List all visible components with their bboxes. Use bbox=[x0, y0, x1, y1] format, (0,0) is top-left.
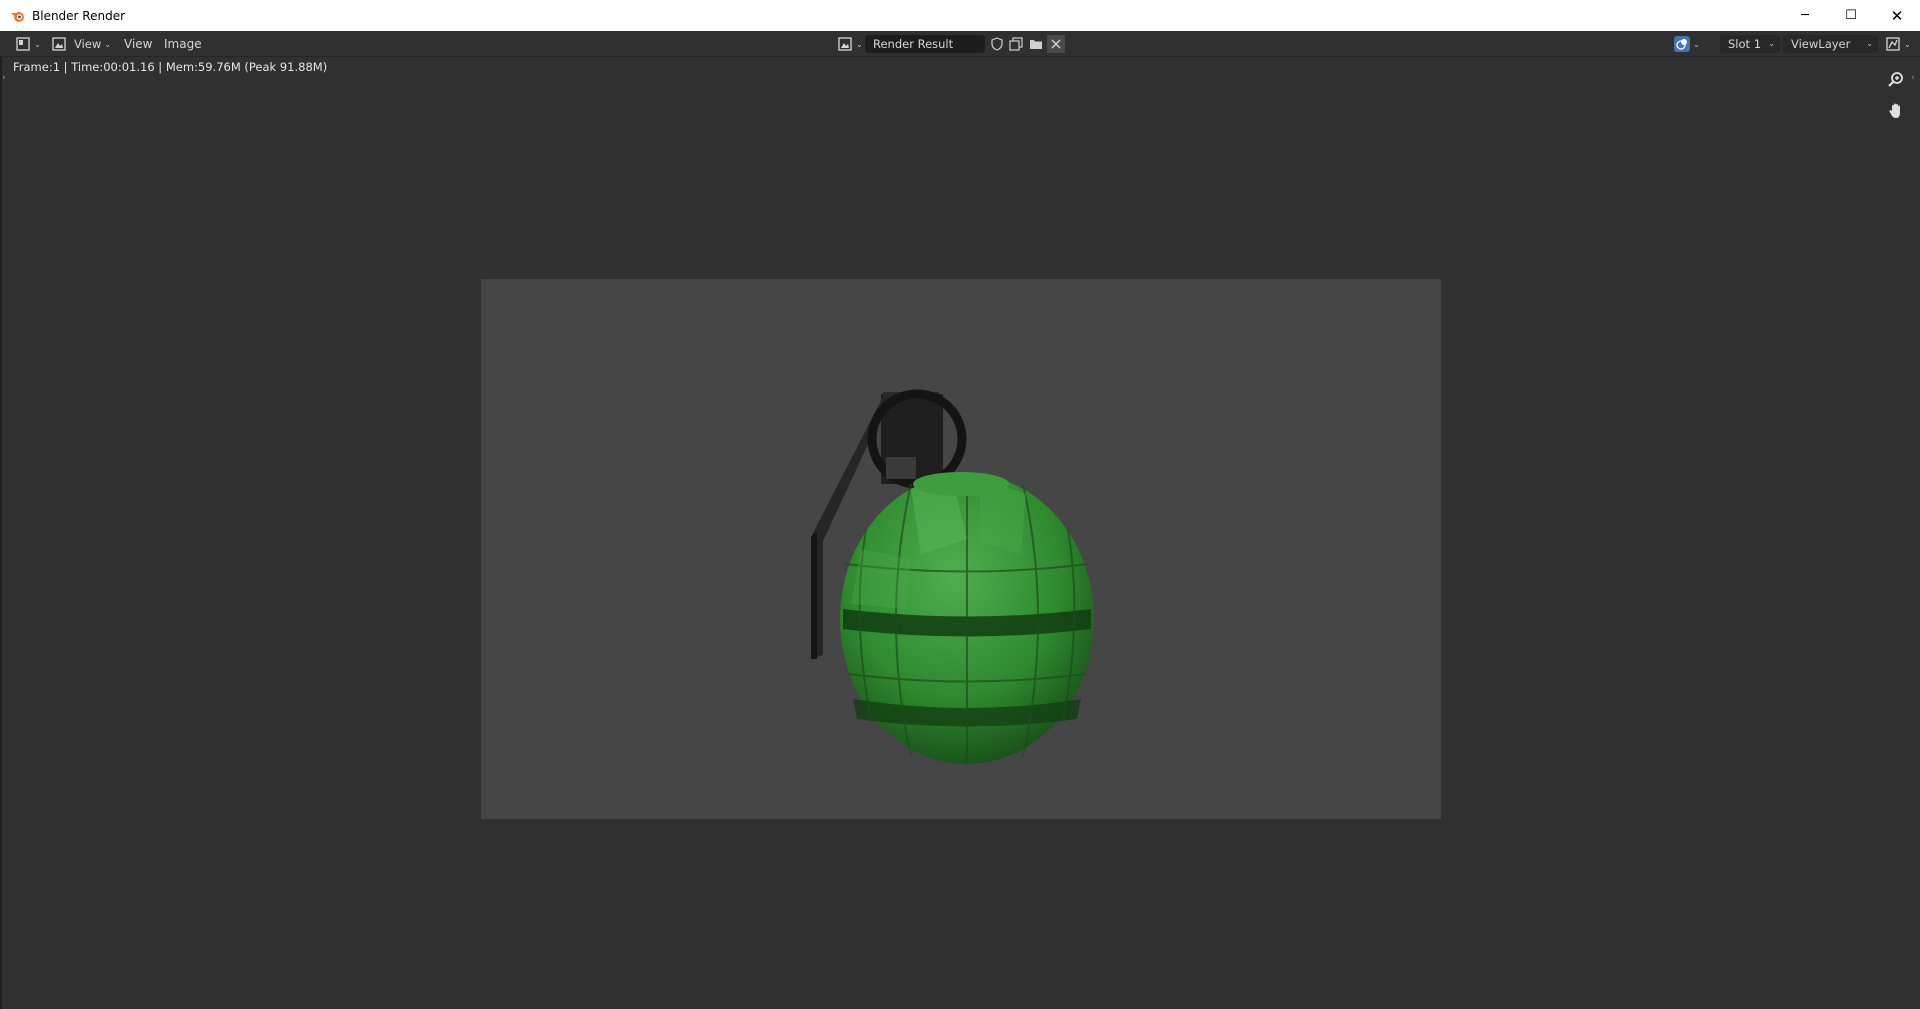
image-editor-icon bbox=[15, 36, 31, 52]
blender-logo-icon bbox=[11, 11, 24, 22]
chevron-down-icon: ⌄ bbox=[34, 39, 41, 49]
view-mode-label: View bbox=[74, 37, 102, 51]
window-title: Blender Render bbox=[32, 8, 126, 23]
zoom-icon[interactable] bbox=[1882, 66, 1910, 94]
sidebar-expand-arrow-icon[interactable]: ‹ bbox=[1911, 73, 1915, 83]
editor-type-dropdown[interactable]: ⌄ bbox=[12, 34, 44, 54]
chevron-down-icon: ⌄ bbox=[1904, 39, 1911, 49]
display-channels-dropdown[interactable]: ⌄ bbox=[1671, 34, 1703, 54]
fake-user-shield-icon[interactable] bbox=[988, 35, 1006, 53]
chevron-down-icon: ⌄ bbox=[1866, 39, 1873, 48]
viewport-left-edge bbox=[0, 57, 2, 1009]
view-layer-dropdown[interactable]: ViewLayer ⌄ bbox=[1783, 35, 1878, 53]
image-name-field[interactable]: Render Result bbox=[865, 35, 985, 53]
chevron-down-icon: ⌄ bbox=[1768, 39, 1775, 48]
render-slot-dropdown[interactable]: Slot 1 ⌄ bbox=[1720, 35, 1780, 53]
view-layer-label: ViewLayer bbox=[1791, 37, 1851, 51]
minimize-button[interactable]: ─ bbox=[1782, 0, 1828, 31]
hand-pan-icon[interactable] bbox=[1882, 97, 1910, 125]
toolbar-expand-arrow-icon[interactable]: › bbox=[2, 73, 6, 83]
window-titlebar: Blender Render ─ ☐ ✕ bbox=[0, 0, 1920, 31]
image-browse-icon bbox=[837, 36, 853, 52]
unlink-image-close-icon[interactable] bbox=[1047, 35, 1065, 53]
maximize-button[interactable]: ☐ bbox=[1828, 0, 1874, 31]
render-result-image bbox=[481, 279, 1441, 819]
image-icon bbox=[51, 36, 67, 52]
image-browse-dropdown[interactable]: ⌄ bbox=[834, 34, 866, 54]
display-channels-icon bbox=[1674, 36, 1690, 52]
view-mode-dropdown[interactable]: View ⌄ bbox=[48, 34, 114, 54]
image-editor-header: ⌄ View ⌄ View Image ⌄ Render Result ⌄ Sl… bbox=[0, 31, 1920, 57]
chevron-down-icon: ⌄ bbox=[104, 39, 111, 49]
chevron-down-icon: ⌄ bbox=[856, 39, 863, 49]
menu-view[interactable]: View bbox=[124, 35, 152, 53]
scopes-dropdown[interactable]: ⌄ bbox=[1882, 34, 1914, 54]
close-button[interactable]: ✕ bbox=[1874, 0, 1920, 31]
render-frame-info: Frame:1 | Time:00:01.16 | Mem:59.76M (Pe… bbox=[13, 60, 328, 74]
open-folder-icon[interactable] bbox=[1027, 35, 1045, 53]
render-slot-label: Slot 1 bbox=[1728, 37, 1762, 51]
chevron-down-icon: ⌄ bbox=[1693, 39, 1700, 49]
menu-image[interactable]: Image bbox=[164, 35, 202, 53]
duplicate-image-icon[interactable] bbox=[1007, 35, 1025, 53]
scopes-icon bbox=[1885, 36, 1901, 52]
grenade-render bbox=[811, 389, 1094, 764]
window-controls: ─ ☐ ✕ bbox=[1782, 0, 1920, 31]
